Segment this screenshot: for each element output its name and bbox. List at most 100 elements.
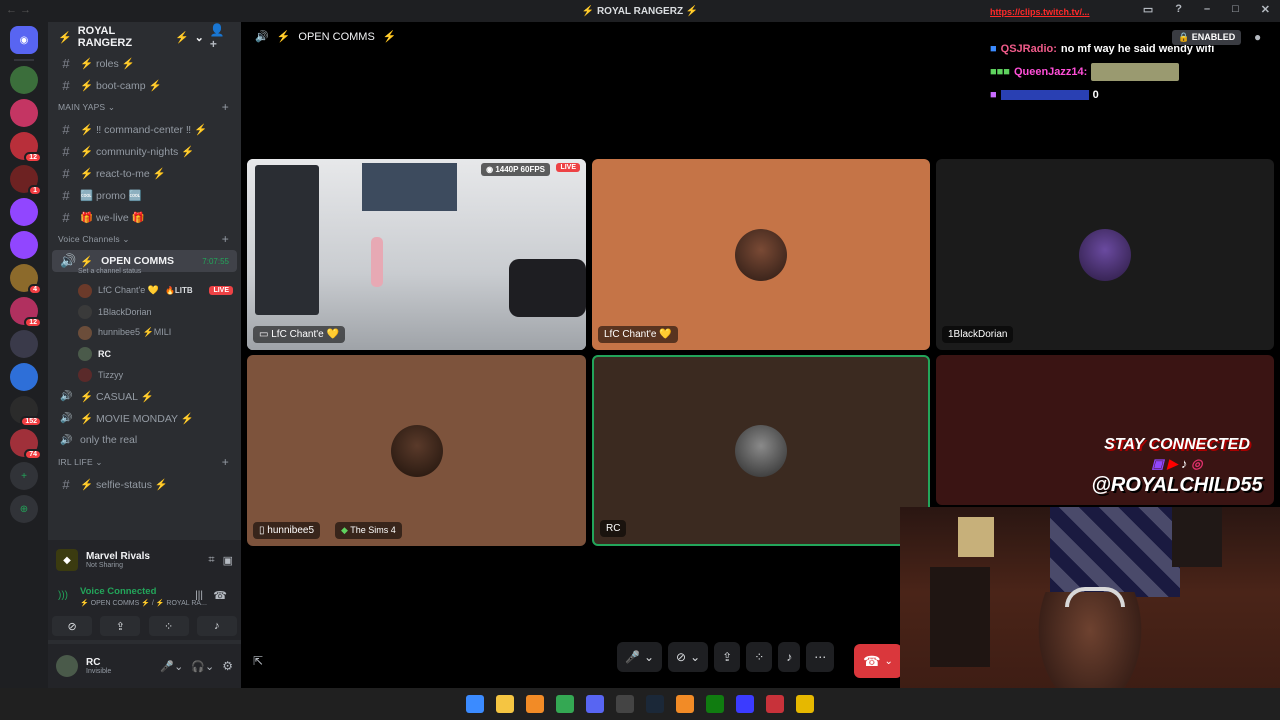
add-channel-icon[interactable]: + [222, 455, 229, 469]
file-explorer-icon[interactable] [496, 695, 514, 713]
fl-studio-icon[interactable] [526, 695, 544, 713]
badge-icon: ■ [990, 88, 997, 101]
leave-call-button[interactable]: ☎ ⌄ [854, 644, 902, 678]
text-channel[interactable]: # 🎁 we-live 🎁 [48, 206, 241, 228]
text-channel[interactable]: # ⚡ boot-camp ⚡ [48, 74, 241, 96]
app-yellow-icon[interactable] [796, 695, 814, 713]
chat-user: QSJRadio: [1000, 42, 1057, 55]
voice-user[interactable]: hunnibee5 ⚡MILI [48, 322, 241, 343]
nav-arrows[interactable]: ← → [6, 4, 31, 16]
activities-button[interactable]: ⁘ [148, 616, 189, 636]
soundboard-button[interactable]: ♪ [196, 616, 237, 636]
disconnect-icon[interactable]: ☎ [213, 589, 227, 602]
call-header: 🔊 ⚡ OPEN COMMS ⚡ [255, 30, 397, 44]
more-button[interactable]: ⋯ [806, 642, 835, 672]
participant-tile[interactable]: LfC Chant'e 💛 [592, 159, 930, 350]
share-screen-button[interactable]: ⇪ [100, 616, 141, 636]
server-icon[interactable] [10, 231, 38, 259]
server-icon[interactable] [10, 330, 38, 358]
chevron-down-icon: ⌄ [643, 650, 655, 664]
server-icon[interactable] [10, 99, 38, 127]
social-overlay: STAY CONNECTED ▣ ▶ ♪ ◎ @ROYALCHILD55 [1074, 436, 1280, 497]
participant-tile[interactable]: ▯ hunnibee5 ◆ The Sims 4 [247, 355, 586, 546]
xbox-icon[interactable] [706, 695, 724, 713]
server-icon[interactable]: 1 [10, 165, 42, 196]
hash-icon: # [62, 121, 70, 137]
voice-user[interactable]: Tizzyy [48, 364, 241, 385]
guild-header[interactable]: ⚡ ROYAL RANGERZ ⚡ ⌄ 👤+ [48, 22, 241, 52]
participant-tile[interactable]: RC [592, 355, 930, 546]
server-icon[interactable]: 12 [10, 297, 42, 328]
soundboard-button[interactable]: ♪ [778, 642, 801, 672]
hash-icon: # [62, 77, 70, 93]
text-channel[interactable]: # ⚡ react-to-me ⚡ [48, 162, 241, 184]
add-channel-icon[interactable]: + [222, 100, 229, 114]
server-list: ◉ 12 1 4 12 152 74 + ⊕ [0, 22, 48, 688]
voice-user[interactable]: RC [48, 343, 241, 364]
overlay-line1: STAY CONNECTED [1104, 436, 1250, 453]
avatar[interactable] [56, 655, 78, 677]
server-icon[interactable] [10, 66, 38, 94]
obs-icon[interactable] [616, 695, 634, 713]
add-server-icon[interactable]: + [10, 462, 38, 490]
server-icon[interactable] [10, 198, 38, 226]
activities-button[interactable]: ⁘ [746, 642, 773, 672]
camera-off-button[interactable]: ⊘ [52, 616, 93, 636]
voice-user[interactable]: 1BlackDorian [48, 301, 241, 322]
share-screen-button[interactable]: ⇪ [714, 642, 741, 672]
app-red-icon[interactable] [766, 695, 784, 713]
server-icon[interactable]: 152 [10, 396, 42, 427]
microphone-icon: 🎤 [625, 650, 640, 664]
avatar [735, 424, 787, 477]
signal-icon: ))) [58, 590, 68, 601]
chat-message: ■■■ QueenJazz14: [990, 60, 1280, 83]
voice-connection-panel: ))) Voice Connected ⚡ OPEN COMMS ⚡ / ⚡ R… [48, 580, 241, 612]
microphone-icon[interactable]: 🎤⌄ [160, 660, 183, 673]
text-channel[interactable]: # ⚡ selfie-status ⚡ [48, 473, 241, 495]
discord-icon[interactable] [586, 695, 604, 713]
overlay-line2: @ROYALCHILD55 [1091, 474, 1263, 496]
noise-suppression-icon[interactable]: ||| [195, 590, 203, 601]
server-icon[interactable]: ◉ [10, 26, 38, 54]
windows-start-icon[interactable] [466, 695, 484, 713]
screen-icon: ▭ [259, 329, 269, 340]
add-channel-icon[interactable]: + [222, 232, 229, 246]
voice-channel[interactable]: 🔊 only the real [48, 429, 241, 451]
server-icon[interactable]: 74 [10, 429, 42, 460]
add-member-icon[interactable]: 👤+ [210, 23, 231, 51]
popout-icon[interactable]: ⇱ [253, 654, 263, 668]
server-icon[interactable] [10, 363, 38, 391]
voice-channel[interactable]: 🔊 ⚡ CASUAL ⚡ [48, 385, 241, 407]
text-channel[interactable]: # ⚡ ‼ command-center ‼ ⚡ [48, 118, 241, 140]
hangup-icon: ☎ [863, 652, 881, 669]
text-channel[interactable]: # 🆒 promo 🆒 [48, 184, 241, 206]
channel-status[interactable]: Set a channel status [48, 268, 241, 278]
camera-button[interactable]: ⊘ ⌄ [668, 642, 709, 672]
fl-studio-2-icon[interactable] [676, 695, 694, 713]
live-badge: LIVE [556, 163, 580, 172]
text-channel[interactable]: # ⚡ community-nights ⚡ [48, 140, 241, 162]
app-grid-icon[interactable] [736, 695, 754, 713]
game-controller-icon[interactable]: ⌗ [208, 554, 214, 567]
stream-tile[interactable]: ◉ 1440P 60FPS LIVE ▭ LfC Chant'e 💛 [247, 159, 586, 350]
user-status: Invisible [86, 668, 112, 675]
category-irl-life[interactable]: IRL LIFE ⌄ + [48, 451, 241, 473]
screen-share-icon[interactable]: ▣ [223, 554, 233, 567]
headphones-icon[interactable]: 🎧⌄ [191, 660, 214, 673]
steam-icon[interactable] [646, 695, 664, 713]
chrome-icon[interactable] [556, 695, 574, 713]
gear-icon[interactable]: ⚙ [222, 659, 233, 673]
text-channel[interactable]: # ⚡ roles ⚡ [48, 52, 241, 74]
mute-button[interactable]: 🎤 ⌄ [617, 642, 663, 672]
participant-tile[interactable]: 1BlackDorian [936, 159, 1274, 350]
category-main-yaps[interactable]: MAIN YAPS ⌄ + [48, 96, 241, 118]
server-icon[interactable]: 12 [10, 132, 42, 163]
discover-icon[interactable]: ⊕ [10, 495, 38, 523]
voice-user[interactable]: LfC Chant'e 💛 🔥LITB LIVE [48, 280, 241, 301]
hash-icon: # [62, 187, 70, 203]
server-icon[interactable]: 4 [10, 264, 42, 295]
speaker-icon: 🔊 [60, 390, 73, 402]
voice-connected-status[interactable]: Voice Connected [56, 586, 233, 597]
voice-channel[interactable]: 🔊 ⚡ MOVIE MONDAY ⚡ [48, 407, 241, 429]
category-voice-channels[interactable]: Voice Channels ⌄ + [48, 228, 241, 250]
